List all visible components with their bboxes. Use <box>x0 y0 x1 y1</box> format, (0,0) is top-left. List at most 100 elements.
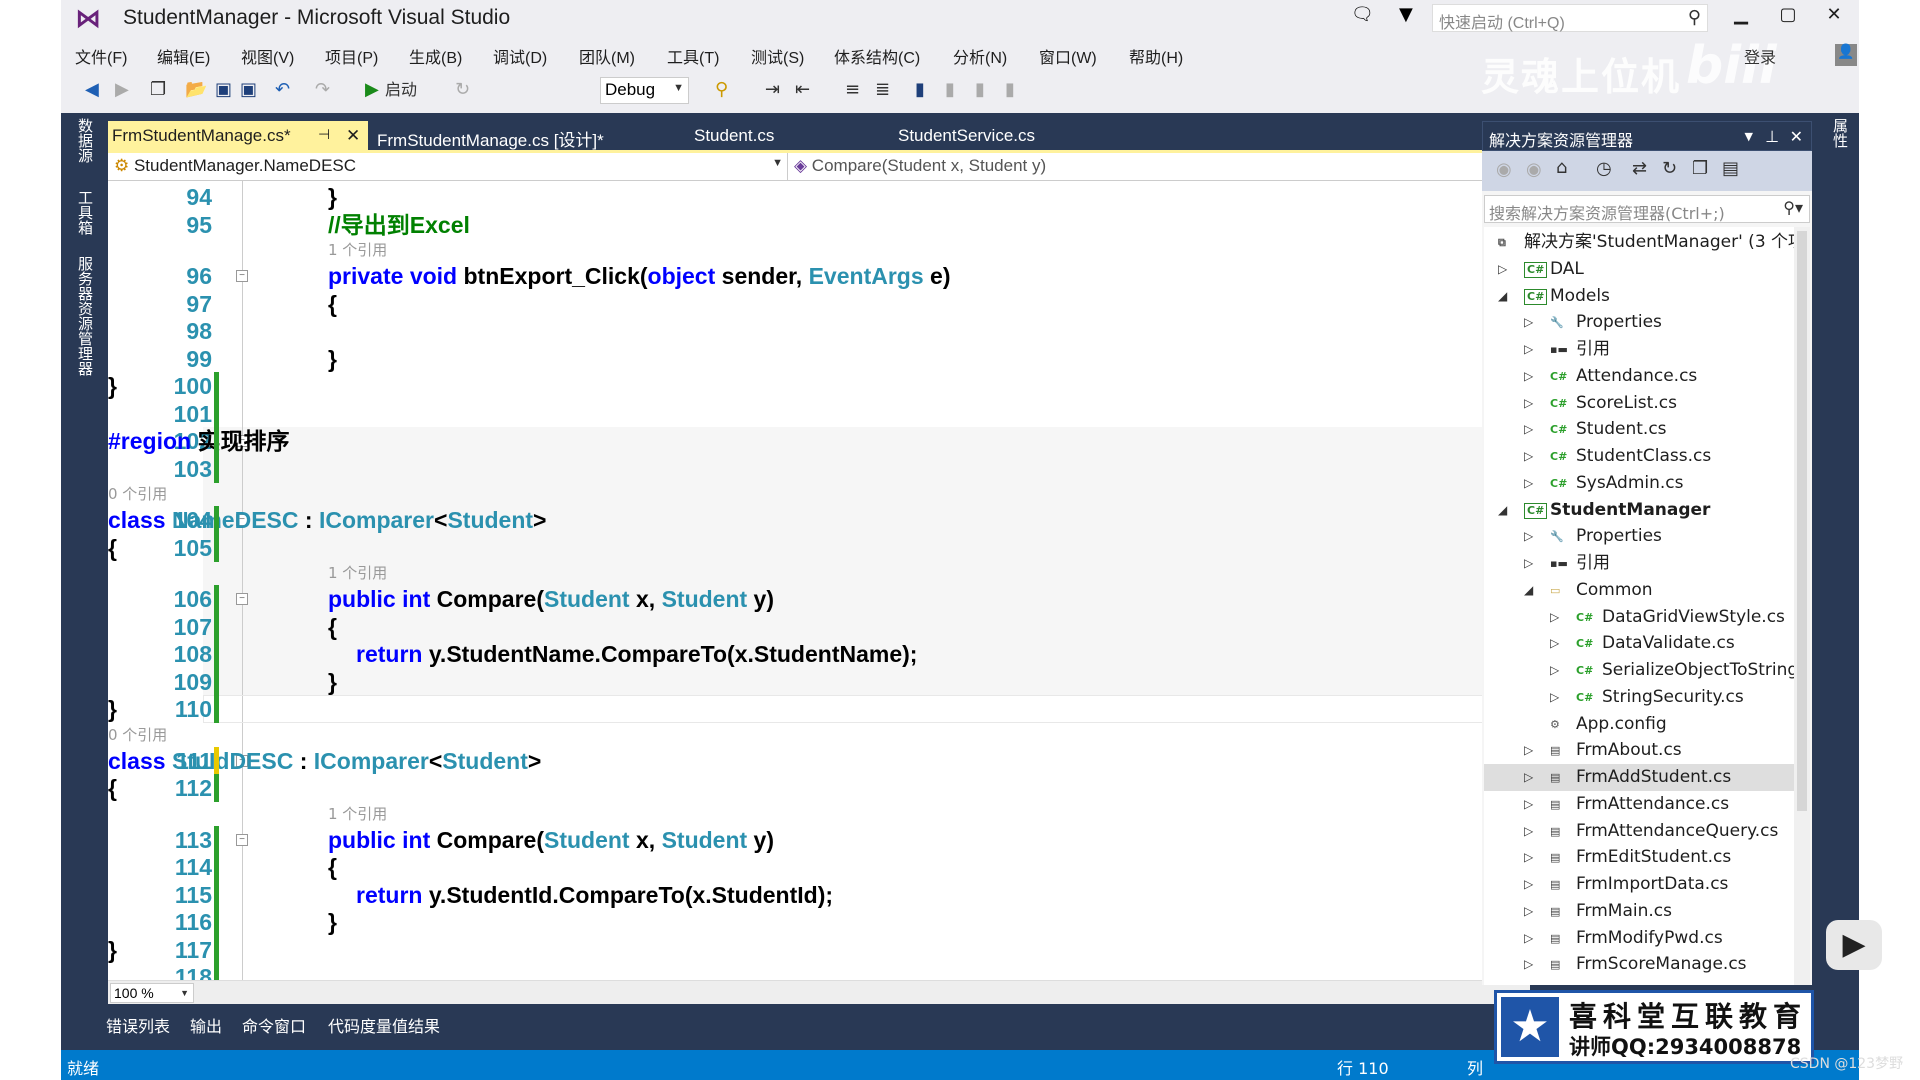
login-link[interactable]: 登录 <box>1744 44 1776 68</box>
feedback-icon[interactable]: 🗨 <box>1351 4 1374 25</box>
open-file-icon[interactable]: 📂 <box>185 78 207 102</box>
scroll-thumb[interactable] <box>1797 231 1807 811</box>
tree-item[interactable]: ▷ ▤ FrmAbout.cs <box>1484 737 1794 764</box>
tree-item[interactable]: ▷ ▤ FrmEditStudent.cs <box>1484 844 1794 871</box>
codelens-text[interactable]: 1 个引用 <box>328 238 387 262</box>
forward-icon[interactable]: ▶ <box>115 78 129 102</box>
tab-command-window[interactable]: 命令窗口 <box>242 1013 306 1037</box>
video-play-icon[interactable]: ▶ <box>1826 920 1882 970</box>
tree-item[interactable]: ◢ ▭ Common <box>1484 577 1794 604</box>
save-all-icon[interactable]: ▣ <box>240 78 257 102</box>
pin-icon[interactable]: ⊥ <box>1765 127 1779 146</box>
sync-icon[interactable]: ⇄ <box>1632 158 1647 179</box>
menu-item[interactable]: 视图(V) <box>241 44 294 68</box>
menu-item[interactable]: 窗口(W) <box>1039 44 1097 68</box>
new-project-icon[interactable]: ❐ <box>150 78 166 102</box>
tree-item[interactable]: ▷ C# DataGridViewStyle.cs <box>1484 604 1794 631</box>
collapse-arrow-icon[interactable]: ◢ <box>1524 577 1533 604</box>
expand-arrow-icon[interactable]: ▷ <box>1498 256 1507 283</box>
refresh-icon[interactable]: ↻ <box>455 78 470 102</box>
expand-arrow-icon[interactable]: ▷ <box>1524 309 1533 336</box>
expand-arrow-icon[interactable]: ▷ <box>1524 818 1533 845</box>
menu-item[interactable]: 分析(N) <box>953 44 1007 68</box>
expand-arrow-icon[interactable]: ▷ <box>1524 523 1533 550</box>
side-tab-server-explorer[interactable]: 服务器资源管理器 <box>74 256 96 376</box>
prev-bookmark-icon[interactable]: ▮ <box>945 78 955 102</box>
clear-bookmarks-icon[interactable]: ▮ <box>1005 78 1015 102</box>
back-icon[interactable]: ◉ <box>1496 159 1512 180</box>
tree-scrollbar[interactable] <box>1794 227 1810 985</box>
tree-item[interactable]: ▷ ▤ FrmAttendance.cs <box>1484 791 1794 818</box>
bookmark-icon[interactable]: ▮ <box>915 78 925 102</box>
menu-item[interactable]: 调试(D) <box>493 44 547 68</box>
tree-item[interactable]: ▷ ▤ FrmAttendanceQuery.cs <box>1484 818 1794 845</box>
uncomment-icon[interactable]: ≣ <box>875 78 890 102</box>
expand-arrow-icon[interactable]: ▷ <box>1524 764 1533 791</box>
expand-arrow-icon[interactable]: ▷ <box>1524 898 1533 925</box>
tree-item[interactable]: ▷ ▤ FrmImportData.cs <box>1484 871 1794 898</box>
menu-item[interactable]: 团队(M) <box>579 44 635 68</box>
close-icon[interactable]: ✕ <box>1790 127 1803 146</box>
tab-frmstudentmanage-cs[interactable]: FrmStudentManage.cs* ⊣ ✕ <box>108 121 368 151</box>
tab-error-list[interactable]: 错误列表 <box>106 1013 170 1037</box>
collapse-icon[interactable]: − <box>236 270 248 282</box>
collapse-arrow-icon[interactable]: ◢ <box>1498 497 1507 524</box>
start-button[interactable]: 启动 <box>385 78 417 102</box>
expand-arrow-icon[interactable]: ▷ <box>1550 604 1559 631</box>
close-button[interactable]: ✕ <box>1819 4 1849 25</box>
member-dropdown[interactable]: ◈ Compare(Student x, Student y)▼ <box>788 153 1530 181</box>
tab-studentservice-cs[interactable]: StudentService.cs <box>894 121 1039 151</box>
tree-item[interactable]: ▷ ▤ FrmModifyPwd.cs <box>1484 925 1794 952</box>
user-icon[interactable]: 👤 <box>1835 44 1857 66</box>
collapse-icon[interactable]: − <box>236 593 248 605</box>
close-tab-icon[interactable]: ✕ <box>346 126 360 146</box>
expand-arrow-icon[interactable]: ▷ <box>1550 657 1559 684</box>
next-bookmark-icon[interactable]: ▮ <box>975 78 985 102</box>
codelens-text[interactable]: 1 个引用 <box>328 802 387 826</box>
back-icon[interactable]: ◀ <box>85 78 99 102</box>
tree-item[interactable]: ▷ C# DataValidate.cs <box>1484 630 1794 657</box>
refresh-icon[interactable]: ↻ <box>1662 158 1677 179</box>
save-icon[interactable]: ▣ <box>215 78 232 102</box>
outdent-icon[interactable]: ⇤ <box>795 78 810 102</box>
tab-frmstudentmanage-design[interactable]: FrmStudentManage.cs [设计]* <box>373 121 608 151</box>
start-icon[interactable]: ▶ <box>365 78 379 102</box>
expand-arrow-icon[interactable]: ▷ <box>1524 871 1533 898</box>
menu-item[interactable]: 文件(F) <box>75 44 127 68</box>
tree-item[interactable]: ⧉ 解决方案'StudentManager' (3 个项 <box>1484 229 1794 256</box>
solution-search-input[interactable]: 搜索解决方案资源管理器(Ctrl+;) ⚲▾ <box>1484 195 1810 223</box>
menu-item[interactable]: 编辑(E) <box>157 44 210 68</box>
tab-code-metrics[interactable]: 代码度量值结果 <box>328 1013 440 1037</box>
tree-item[interactable]: ▷ ▪▬ 引用 <box>1484 550 1794 577</box>
zoom-level-select[interactable]: 100 % ▼ <box>110 983 194 1003</box>
tab-output[interactable]: 输出 <box>190 1013 222 1037</box>
tree-item[interactable]: ▷ ▤ FrmMain.cs <box>1484 898 1794 925</box>
expand-arrow-icon[interactable]: ▷ <box>1524 791 1533 818</box>
expand-arrow-icon[interactable]: ▷ <box>1524 443 1533 470</box>
quick-launch-input[interactable]: 快速启动 (Ctrl+Q) ⚲ <box>1432 4 1708 32</box>
collapse-arrow-icon[interactable]: ◢ <box>1498 283 1507 310</box>
redo-icon[interactable]: ↷ <box>315 78 330 102</box>
filter-icon[interactable]: ▼ <box>1399 4 1413 25</box>
pin-icon[interactable]: ⊣ <box>318 126 330 143</box>
collapse-icon[interactable]: − <box>236 833 248 846</box>
menu-item[interactable]: 工具(T) <box>667 44 719 68</box>
tree-item[interactable]: ◢ C# Models <box>1484 283 1794 310</box>
expand-arrow-icon[interactable]: ▷ <box>1524 550 1533 577</box>
indent-icon[interactable]: ⇥ <box>765 78 780 102</box>
codelens-text[interactable]: 0 个引用 <box>108 723 167 747</box>
expand-arrow-icon[interactable]: ▷ <box>1524 416 1533 443</box>
menu-item[interactable]: 体系结构(C) <box>834 44 920 68</box>
collapse-all-icon[interactable]: ❐ <box>1692 158 1708 179</box>
pending-changes-icon[interactable]: ◷ <box>1596 158 1612 179</box>
side-tab-properties[interactable]: 属性 <box>1829 118 1851 148</box>
expand-arrow-icon[interactable]: ▷ <box>1550 630 1559 657</box>
side-tab-toolbox[interactable]: 工具箱 <box>74 190 96 235</box>
tree-item[interactable]: ▷ ▪▬ 引用 <box>1484 336 1794 363</box>
type-dropdown[interactable]: ⚙ StudentManager.NameDESC ▼ <box>108 153 788 181</box>
expand-arrow-icon[interactable]: ▷ <box>1524 390 1533 417</box>
tree-item[interactable]: ▷ ▤ FrmScoreManage.cs <box>1484 951 1794 978</box>
chevron-down-icon[interactable]: ▼ <box>1745 130 1753 143</box>
menu-item[interactable]: 测试(S) <box>751 44 804 68</box>
side-tab-data-sources[interactable]: 数据源 <box>74 118 96 163</box>
